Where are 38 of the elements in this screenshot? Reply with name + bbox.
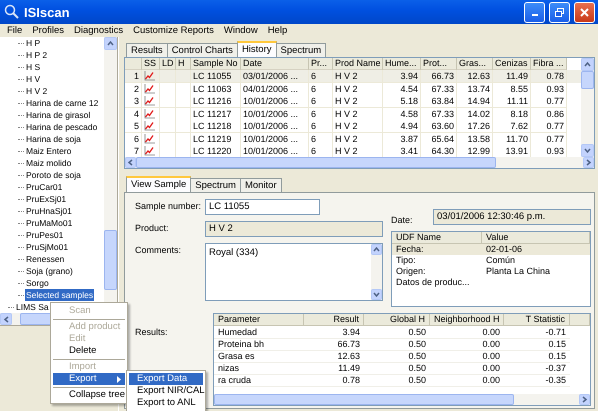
table-cell: -0.71	[504, 326, 570, 339]
table-cell: -0.37	[504, 362, 570, 375]
field-label: Comments:	[135, 244, 182, 255]
table-cell: 0.15	[504, 338, 570, 351]
table-cell: nizas	[214, 362, 304, 375]
table-cell-text: Común	[485, 255, 516, 266]
table-cell-text: Origen:	[395, 266, 427, 277]
field-label: Sample number:	[135, 200, 202, 211]
table-cell: 0.00	[430, 326, 504, 339]
table-cell: Grasa es	[214, 350, 304, 363]
table-cell: 12.63	[304, 350, 364, 363]
table-cell: 3.94	[304, 326, 364, 339]
table-cell: 0.50	[364, 350, 430, 363]
table-cell: 0.50	[364, 326, 430, 339]
table-cell: 0.00	[430, 362, 504, 375]
table-cell: 0.00	[430, 338, 504, 351]
table-cell: Proteina bh	[214, 338, 304, 351]
table-cell: 0.15	[504, 350, 570, 363]
table-cell: 0.50	[364, 374, 430, 387]
table-cell: 0.00	[430, 374, 504, 387]
table-cell: 66.73	[304, 338, 364, 351]
table-cell: 11.49	[304, 362, 364, 375]
table-cell-text: 02-01-06	[485, 244, 524, 255]
table-cell: Humedad	[214, 326, 304, 339]
table-cell: 0.50	[364, 362, 430, 375]
window-title: ISIscan	[24, 4, 71, 20]
table-cell: 0.00	[430, 350, 504, 363]
table-cell-text: Planta La China	[485, 266, 552, 277]
table-cell-text: Fecha:	[395, 244, 425, 255]
field-label: Product:	[135, 222, 170, 233]
table-cell: 0.78	[304, 374, 364, 387]
field-label: Results:	[135, 326, 169, 337]
table-cell: -0.35	[504, 374, 570, 387]
table-cell-text: Tipo:	[395, 255, 417, 266]
field-label: Date:	[391, 214, 414, 225]
table-cell: 0.50	[364, 338, 430, 351]
table-cell: ra cruda	[214, 374, 304, 387]
table-cell-text: Datos de produc...	[395, 277, 471, 288]
